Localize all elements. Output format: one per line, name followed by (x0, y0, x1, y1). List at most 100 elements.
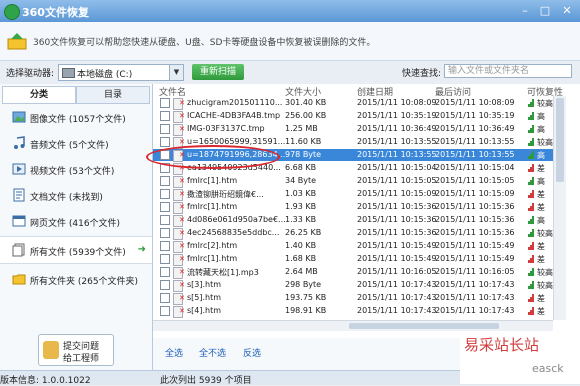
toolbar: 选择驱动器: 本地磁盘 (C:) ▼ 重新扫描 快速查找: 输入文件或文件夹名 (0, 60, 580, 84)
rescan-button[interactable]: 重新扫描 (192, 64, 244, 80)
created-date: 2015/1/11 10:13:55 (357, 137, 437, 146)
row-checkbox[interactable] (160, 111, 170, 121)
table-row[interactable]: ✕ fmlrc[1].htm 1.68 KB 2015/1/11 10:15:49 20… (153, 253, 553, 266)
file-size: 1.25 MB (285, 124, 318, 133)
file-name: fmlrc[2].htm (187, 241, 238, 250)
app-logo-icon (4, 4, 20, 20)
signal-icon (528, 281, 534, 289)
row-checkbox[interactable] (160, 254, 170, 264)
category-all-folders[interactable]: 所有文件夹 (265个文件夹) (0, 266, 152, 292)
signal-icon (528, 164, 534, 172)
file-name: s[3].htm (187, 280, 222, 289)
category-images[interactable]: 图像文件 (1057个文件) (0, 104, 152, 130)
table-row[interactable]: ✕ 4d086e061d950a7be€... 1.33 KB 2015/1/11 1… (153, 214, 553, 227)
close-icon[interactable]: ✕ (558, 3, 576, 18)
video-icon (12, 163, 26, 175)
row-checkbox[interactable] (160, 189, 170, 199)
created-date: 2015/1/11 10:08:09 (357, 98, 437, 107)
row-checkbox[interactable] (160, 202, 170, 212)
table-row[interactable]: ✕ fmlrc[1].htm 34 Byte 2015/1/11 10:15:05 20… (153, 175, 553, 188)
table-row[interactable]: ✕ zhucigram201501110... 301.40 KB 2015/1/11… (153, 97, 553, 110)
deleted-mark-icon: ✕ (179, 307, 185, 315)
banner: 360文件恢复可以帮助您快速从硬盘、U盘、SD卡等硬盘设备中恢复被误删除的文件。 (0, 22, 580, 61)
category-documents[interactable]: 文档文件 (未找到) (0, 182, 152, 208)
signal-icon (528, 242, 534, 250)
file-name: 擞渣铆肼珩绍鏡偉€... (187, 190, 264, 199)
row-checkbox[interactable] (160, 124, 170, 134)
recoverability: 差 (537, 294, 545, 303)
horizontal-scrollbar[interactable] (153, 320, 553, 331)
row-checkbox[interactable] (160, 306, 170, 316)
category-video[interactable]: 视频文件 (53个文件) (0, 156, 152, 182)
chevron-down-icon[interactable]: ▼ (169, 65, 183, 80)
row-checkbox[interactable] (160, 293, 170, 303)
row-checkbox[interactable] (160, 137, 170, 147)
tab-category[interactable]: 分类 (2, 86, 76, 104)
category-all-files[interactable]: 所有文件 (5939个文件) ➜ (0, 236, 152, 264)
category-web[interactable]: 网页文件 (416个文件) (0, 208, 152, 234)
table-row[interactable]: ✕ s[5].htm 193.75 KB 2015/1/11 10:17:43 2015… (153, 292, 553, 305)
accessed-date: 2015/1/11 10:17:43 (435, 280, 515, 289)
recover-arrow-icon (7, 33, 27, 50)
row-checkbox[interactable] (160, 215, 170, 225)
file-size: 298 Byte (285, 280, 322, 289)
file-icon: ✕ (173, 111, 185, 123)
category-label: 音频文件 (5个文件) (30, 141, 109, 151)
item-count: 此次列出 5939 个项目 (160, 376, 252, 386)
submit-question-button[interactable]: 提交问题 给工程师 (38, 334, 114, 366)
scroll-thumb[interactable] (349, 323, 499, 329)
table-row[interactable]: ✕ s[3].htm 298 Byte 2015/1/11 10:17:43 2015/… (153, 279, 553, 292)
table-row[interactable]: ✕ fmlrc[2].htm 1.40 KB 2015/1/11 10:15:49 20… (153, 240, 553, 253)
minimize-icon[interactable]: – (516, 3, 534, 18)
maximize-icon[interactable]: □ (536, 3, 554, 18)
select-all-link[interactable]: 全选 (165, 346, 183, 359)
row-checkbox[interactable] (160, 241, 170, 251)
row-checkbox[interactable] (160, 280, 170, 290)
row-checkbox[interactable] (160, 267, 170, 277)
file-icon: ✕ (173, 202, 185, 214)
created-date: 2015/1/11 10:15:49 (357, 241, 437, 250)
search-input[interactable]: 输入文件或文件夹名 (444, 64, 572, 78)
drive-select[interactable]: 本地磁盘 (C:) ▼ (58, 64, 184, 81)
accessed-date: 2015/1/11 10:08:09 (435, 98, 515, 107)
tab-directory[interactable]: 目录 (76, 86, 150, 104)
signal-icon (528, 190, 534, 198)
created-date: 2015/1/11 10:15:36 (357, 202, 437, 211)
table-row[interactable]: ✕ ICACHE-4DB3FA4B.tmp 256.00 KB 2015/1/11 1… (153, 110, 553, 123)
vertical-scrollbar[interactable] (553, 96, 566, 320)
row-checkbox[interactable] (160, 176, 170, 186)
created-date: 2015/1/11 10:17:43 (357, 293, 437, 302)
invert-selection-link[interactable]: 反选 (243, 346, 261, 359)
file-size: 6.68 KB (285, 163, 317, 172)
accessed-date: 2015/1/11 10:13:55 (435, 150, 515, 159)
table-row[interactable]: ✕ fmlrc[1].htm 1.93 KB 2015/1/11 10:15:36 20… (153, 201, 553, 214)
version-info: 版本信息: 1.0.0.1022 (0, 376, 91, 386)
recoverability: 较高 (537, 229, 553, 238)
table-row[interactable]: ✕ IMG-03F3137C.tmp 1.25 MB 2015/1/11 10:36:… (153, 123, 553, 136)
table-row[interactable]: ✕ s[4].htm 198.91 KB 2015/1/11 10:17:43 2015… (153, 305, 553, 318)
file-size: 26.25 KB (285, 228, 322, 237)
created-date: 2015/1/11 10:15:09 (357, 189, 437, 198)
scroll-thumb[interactable] (556, 98, 564, 182)
select-none-link[interactable]: 全不选 (199, 346, 226, 359)
arrow-right-icon: ➜ (137, 244, 146, 255)
recoverability: 差 (537, 242, 545, 251)
table-row[interactable]: ✕ 4ec24568835e5ddbc... 26.25 KB 2015/1/11 1… (153, 227, 553, 240)
table-row[interactable]: ✕ 流转藏天松[1].mp3 2.64 MB 2015/1/11 10:16:05 20… (153, 266, 553, 279)
file-name: fmlrc[1].htm (187, 254, 238, 263)
file-name: s[5].htm (187, 293, 222, 302)
search-label: 快速查找: (402, 69, 442, 79)
file-size: 1.68 KB (285, 254, 317, 263)
file-size: 2.64 MB (285, 267, 318, 276)
recoverability: 较高 (537, 281, 553, 290)
file-size: 34 Byte (285, 176, 317, 185)
table-row[interactable]: ✕ 擞渣铆肼珩绍鏡偉€... 1.03 KB 2015/1/11 10:15:09 20… (153, 188, 553, 201)
row-checkbox[interactable] (160, 98, 170, 108)
image-icon (12, 111, 26, 123)
row-checkbox[interactable] (160, 228, 170, 238)
drive-icon (62, 68, 75, 78)
file-size: 978 Byte (285, 150, 322, 159)
file-name: 4d086e061d950a7be€... (187, 215, 286, 224)
signal-icon (528, 216, 534, 224)
category-audio[interactable]: 音频文件 (5个文件) (0, 130, 152, 156)
